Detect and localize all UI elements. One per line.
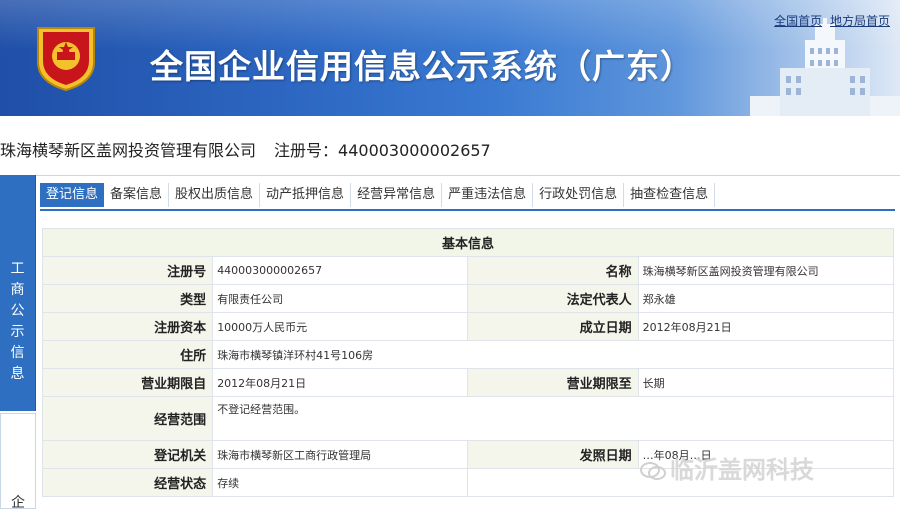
table-row: 类型 有限责任公司 法定代表人 郑永雄 bbox=[41, 284, 895, 313]
field-value: 珠海市横琴新区工商行政管理局 bbox=[212, 440, 469, 469]
field-value: 不登记经营范围。 bbox=[212, 396, 894, 441]
table-row: 注册资本 10000万人民币元 成立日期 2012年08月21日 bbox=[41, 312, 895, 341]
side-tab-enterprise[interactable]: 企 bbox=[0, 413, 36, 509]
field-label: 注册资本 bbox=[41, 312, 214, 341]
tab-filing-info[interactable]: 备案信息 bbox=[104, 183, 170, 207]
table-title-row: 基本信息 bbox=[42, 228, 894, 257]
tab-administrative-penalty-info[interactable]: 行政处罚信息 bbox=[533, 183, 625, 207]
tab-bar: 登记信息 备案信息 股权出质信息 动产抵押信息 经营异常信息 严重违法信息 行政处罚信息 抽查… bbox=[40, 183, 716, 209]
side-tab-label: 工商公示信息 bbox=[10, 261, 25, 382]
table-row: 经营范围 不登记经营范围。 bbox=[41, 396, 894, 441]
reg-number-value: 440003000002657 bbox=[338, 141, 491, 160]
table-row: 营业期限自 2012年08月21日 营业期限至 长期 bbox=[41, 368, 895, 397]
field-label: 成立日期 bbox=[467, 312, 639, 341]
side-tab-2-label: 企 bbox=[11, 495, 25, 509]
page: 全国企业信用信息公示系统（广东） 全国首页 地方局首页 珠海横琴新区盖网投资管理… bbox=[0, 0, 900, 509]
field-value: 440003000002657 bbox=[212, 256, 469, 285]
tab-serious-violation-info[interactable]: 严重违法信息 bbox=[442, 183, 534, 207]
side-tab-business-publicity[interactable]: 工商公示信息 bbox=[0, 175, 36, 411]
top-links: 全国首页 地方局首页 bbox=[770, 12, 890, 29]
watermark-text: 临沂盖网科技 bbox=[670, 456, 814, 484]
tab-underline bbox=[40, 209, 895, 211]
field-label: 类型 bbox=[41, 284, 214, 313]
national-home-link[interactable]: 全国首页 bbox=[774, 14, 822, 28]
field-value: 2012年08月21日 bbox=[637, 312, 895, 341]
company-line: 珠海横琴新区盖网投资管理有限公司 注册号：440003000002657 bbox=[0, 137, 491, 161]
field-value: 有限责任公司 bbox=[212, 284, 469, 313]
field-label: 经营范围 bbox=[41, 396, 214, 441]
table-title: 基本信息 bbox=[42, 228, 894, 257]
field-label: 法定代表人 bbox=[467, 284, 639, 313]
tab-abnormal-operation-info[interactable]: 经营异常信息 bbox=[351, 183, 443, 207]
table-row: 注册号 440003000002657 名称 珠海横琴新区盖网投资管理有限公司 bbox=[41, 256, 895, 285]
wechat-icon bbox=[640, 462, 666, 480]
table-row: 住所 珠海市横琴镇洋环村41号106房 bbox=[41, 340, 894, 369]
field-label: 住所 bbox=[41, 340, 214, 369]
field-value: 2012年08月21日 bbox=[212, 368, 469, 397]
field-label: 注册号 bbox=[41, 256, 214, 285]
local-home-link[interactable]: 地方局首页 bbox=[830, 14, 890, 28]
field-label: 营业期限自 bbox=[41, 368, 214, 397]
field-value: 存续 bbox=[212, 468, 469, 497]
page-title: 全国企业信用信息公示系统（广东） bbox=[150, 47, 694, 86]
company-name: 珠海横琴新区盖网投资管理有限公司 bbox=[0, 141, 257, 160]
tab-chattel-mortgage-info[interactable]: 动产抵押信息 bbox=[260, 183, 352, 207]
field-value: 珠海横琴新区盖网投资管理有限公司 bbox=[637, 256, 895, 285]
tab-registration-info[interactable]: 登记信息 bbox=[40, 183, 105, 207]
field-value: 长期 bbox=[637, 368, 895, 397]
header-banner: 全国企业信用信息公示系统（广东） 全国首页 地方局首页 bbox=[0, 0, 900, 116]
field-label: 营业期限至 bbox=[467, 368, 639, 397]
tab-spot-check-info[interactable]: 抽查检查信息 bbox=[624, 183, 716, 207]
watermark: 临沂盖网科技 bbox=[640, 450, 814, 485]
field-value: 10000万人民币元 bbox=[212, 312, 469, 341]
field-value: 珠海市横琴镇洋环村41号106房 bbox=[212, 340, 894, 369]
field-label: 经营状态 bbox=[41, 468, 214, 497]
field-value: 郑永雄 bbox=[637, 284, 895, 313]
field-label: 发照日期 bbox=[467, 440, 639, 469]
national-emblem-icon bbox=[37, 27, 95, 92]
building-icon bbox=[750, 18, 900, 116]
field-label: 登记机关 bbox=[41, 440, 214, 469]
reg-number-label: 注册号： bbox=[274, 141, 339, 160]
field-label: 名称 bbox=[467, 256, 639, 285]
tab-equity-pledge-info[interactable]: 股权出质信息 bbox=[169, 183, 261, 207]
